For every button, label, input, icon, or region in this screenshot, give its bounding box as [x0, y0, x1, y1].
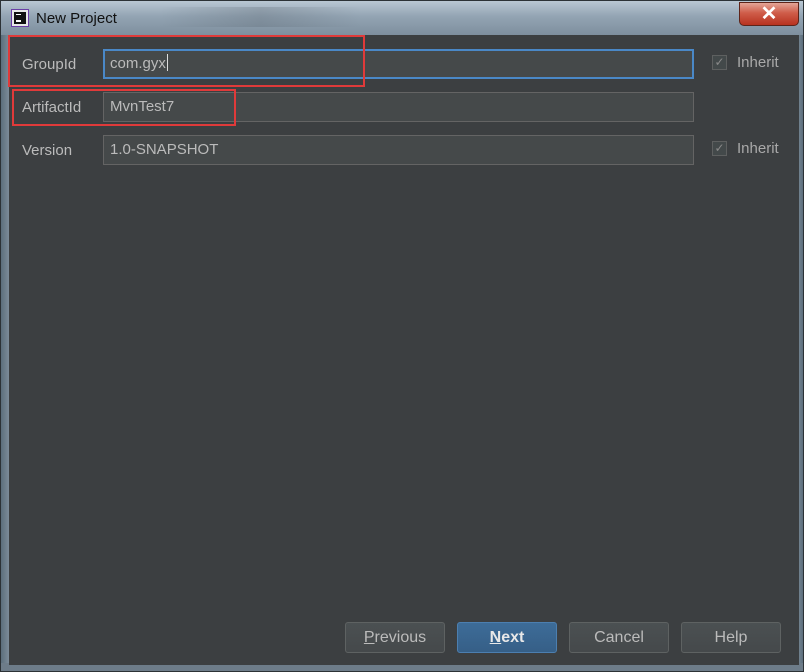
checkmark-icon[interactable]: ✓: [712, 55, 727, 70]
checkmark-icon[interactable]: ✓: [712, 141, 727, 156]
title-bar[interactable]: New Project ✕: [1, 1, 803, 35]
group-id-label: GroupId: [22, 56, 77, 73]
version-inherit-label: Inherit: [737, 140, 779, 157]
dialog-content: GroupId com.gyx ✓ Inherit ArtifactId Mvn…: [8, 35, 799, 665]
previous-label: revious: [374, 629, 427, 646]
close-icon: ✕: [760, 3, 778, 25]
artifact-id-value: MvnTest7: [110, 98, 175, 115]
version-value: 1.0-SNAPSHOT: [110, 141, 219, 158]
cancel-button[interactable]: Cancel: [569, 622, 669, 653]
previous-mnemonic: P: [363, 629, 375, 646]
blurred-background-text: [161, 7, 361, 27]
intellij-idea-icon: [11, 9, 29, 27]
next-mnemonic: N: [489, 629, 502, 646]
help-button[interactable]: Help: [681, 622, 781, 653]
next-button[interactable]: Next: [457, 622, 557, 653]
new-project-dialog: New Project ✕ GroupId com.gyx ✓ Inherit …: [0, 0, 804, 672]
artifact-id-label: ArtifactId: [22, 99, 82, 116]
group-id-field[interactable]: com.gyx: [103, 49, 694, 79]
version-field[interactable]: 1.0-SNAPSHOT: [103, 135, 694, 165]
next-label: ext: [501, 629, 525, 646]
artifact-id-field[interactable]: MvnTest7: [103, 92, 694, 122]
previous-button[interactable]: Previous: [345, 622, 445, 653]
window-border-left: [1, 35, 9, 665]
close-button[interactable]: ✕: [739, 2, 799, 26]
group-id-value: com.gyx: [110, 55, 166, 72]
version-label: Version: [22, 142, 73, 159]
text-caret: [166, 54, 168, 71]
window-title: New Project: [36, 10, 117, 27]
group-id-inherit-label: Inherit: [737, 54, 779, 71]
